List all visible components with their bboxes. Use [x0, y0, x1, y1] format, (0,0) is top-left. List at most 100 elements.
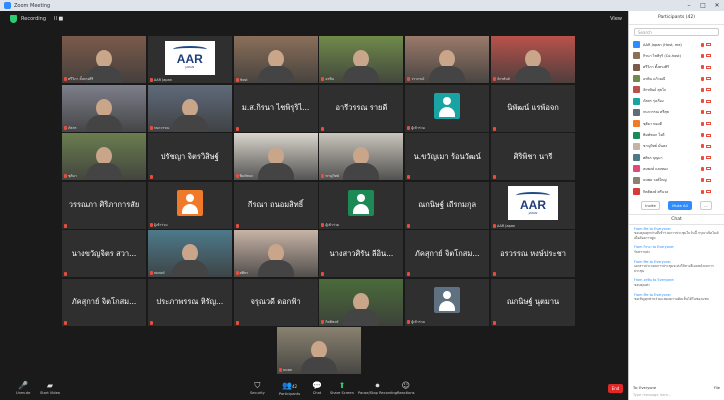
- participants-button[interactable]: 👥42 Participants: [279, 381, 300, 396]
- participant-name: ณกนิษฐ์ นุตมาน: [506, 297, 560, 306]
- participant-row[interactable]: กิตติพงษ์ ศรีนวล: [633, 186, 720, 197]
- video-tile[interactable]: ผู้เข้าร่วม: [405, 278, 490, 326]
- muted-mic-icon[interactable]: [701, 76, 704, 81]
- muted-mic-icon[interactable]: [701, 144, 704, 149]
- video-tile[interactable]: ชาญวิทย์: [319, 133, 404, 180]
- video-tile[interactable]: จรุณวดี ดอกฟ้า: [233, 278, 318, 326]
- video-tile[interactable]: ม.ส.กิรนา ไชพิรุริไ...: [233, 84, 318, 132]
- participant-row[interactable]: กิรนา ไชพิรุริ (Co-host): [633, 50, 720, 61]
- video-tile[interactable]: นางสาวศิรัน ลีอิน...: [319, 230, 404, 277]
- muted-mic-icon[interactable]: [701, 110, 704, 115]
- video-tile[interactable]: ศิริพิชา นารี: [491, 133, 575, 180]
- invite-button[interactable]: Invite: [641, 201, 660, 211]
- muted-mic-icon[interactable]: [701, 189, 704, 194]
- video-tile[interactable]: ผู้เข้าร่วม: [147, 181, 232, 229]
- participant-row[interactable]: อรพิน แก้วมณี: [633, 73, 720, 84]
- video-tile[interactable]: นางขวัญจิตร สวา...: [62, 230, 146, 277]
- close-button[interactable]: ✕: [710, 0, 724, 11]
- video-tile[interactable]: ภัคสุกาย์ จิตโกสม...: [62, 278, 146, 326]
- muted-mic-icon[interactable]: [701, 65, 704, 70]
- muted-mic-icon[interactable]: [701, 121, 704, 126]
- chat-button[interactable]: 💬 Chat: [312, 381, 322, 395]
- video-tile[interactable]: น.ขวัญเมา ร้อนวัฒน์: [405, 133, 490, 180]
- record-button[interactable]: ⏺ Pause/Stop Recording: [358, 381, 397, 395]
- video-tile[interactable]: ธนพล: [277, 327, 361, 374]
- muted-mic-icon[interactable]: [701, 133, 704, 138]
- minimize-button[interactable]: –: [682, 0, 696, 11]
- muted-mic-icon[interactable]: [701, 166, 704, 171]
- video-tile[interactable]: ชุติมา: [62, 133, 146, 180]
- chat-bubble-icon: 💬: [312, 381, 322, 390]
- video-tile[interactable]: อรพิน: [319, 36, 404, 83]
- video-tile[interactable]: กิตติพงษ์: [319, 278, 404, 326]
- muted-mic-icon: [321, 272, 325, 276]
- mute-all-button[interactable]: Mute All: [668, 201, 692, 211]
- maximize-button[interactable]: □: [696, 0, 710, 11]
- view-button[interactable]: View: [610, 16, 622, 22]
- chat-recipient-select[interactable]: To: Everyone: [633, 386, 656, 390]
- muted-mic-icon[interactable]: [701, 87, 704, 92]
- video-tile[interactable]: ภัคสุกาย์ จิตโกสม...: [405, 230, 490, 277]
- video-tile[interactable]: ศศิธร: [233, 230, 318, 277]
- participant-row[interactable]: สมพงษ์ แสงทอง: [633, 163, 720, 174]
- security-shield-icon[interactable]: [10, 14, 17, 23]
- muted-mic-icon[interactable]: [701, 178, 704, 183]
- microphone-icon: 🎤: [18, 381, 29, 390]
- tile-name-text: วราภรณ์: [411, 77, 425, 81]
- more-button[interactable]: ...: [700, 201, 712, 211]
- video-tile[interactable]: กีรณา ถนอมสิทธิ์: [233, 181, 318, 229]
- end-meeting-button[interactable]: End: [608, 384, 623, 393]
- participant-row[interactable]: จักรพันธ์ สุขใจ: [633, 84, 720, 95]
- muted-mic-icon[interactable]: [701, 155, 704, 160]
- participant-row[interactable]: ชุติมา ทองดี: [633, 118, 720, 129]
- share-screen-button[interactable]: ⬆ Share Screen: [330, 381, 354, 395]
- file-button[interactable]: File: [714, 386, 720, 390]
- tile-name-label: ผู้เข้าร่วม: [407, 319, 425, 325]
- video-tile[interactable]: นิพัฒน์ แรพ้อจก: [491, 84, 575, 132]
- video-tile[interactable]: วรรณภา ศิริภาการสัย: [62, 181, 146, 229]
- video-tile[interactable]: AAR JAPAN AAR Japan: [491, 181, 575, 229]
- participant-row[interactable]: กนกวรรณ ศรีสุข: [633, 107, 720, 118]
- chat-message-input[interactable]: Type message here...: [633, 393, 720, 397]
- video-button[interactable]: ▰ Start Video: [40, 381, 60, 395]
- participant-name: ภัคสุกาย์ จิตโกสม...: [71, 297, 137, 306]
- reactions-button[interactable]: ☺ Reactions: [397, 381, 414, 395]
- participant-row[interactable]: AAR Japan (Host, me): [633, 39, 720, 50]
- recording-controls[interactable]: II ■: [54, 16, 63, 22]
- muted-mic-icon[interactable]: [701, 99, 704, 104]
- video-tile[interactable]: ปรัชญา จิตรวิสิษฐ์: [147, 133, 232, 180]
- video-tile[interactable]: ภัสสร: [62, 84, 146, 132]
- muted-mic-icon: [321, 126, 325, 131]
- participant-row[interactable]: ศรีวิภา ตั้งตรงศิริ: [633, 62, 720, 73]
- video-tile[interactable]: Host: [233, 36, 318, 83]
- participant-name: ศิริพิชา นารี: [513, 151, 553, 161]
- muted-mic-icon[interactable]: [701, 53, 704, 58]
- video-tile[interactable]: อรวรรณ หงษ์ประชา: [491, 230, 575, 277]
- participant-row[interactable]: ภัสสร รุ่งเรือง: [633, 95, 720, 106]
- video-tile[interactable]: ประภาพรรณ หิรัญ...: [147, 278, 232, 326]
- participant-row[interactable]: พิมพ์ชนก ใจดี: [633, 129, 720, 140]
- video-tile[interactable]: จักรพันธ์: [491, 36, 575, 83]
- participant-row[interactable]: ศศิธร บุญมา: [633, 152, 720, 163]
- video-tile[interactable]: อารีวรรณ รายดี: [319, 84, 404, 132]
- participant-row[interactable]: ชาญวิทย์ มั่นคง: [633, 141, 720, 152]
- video-tile[interactable]: กนกวรรณ: [147, 84, 232, 132]
- video-tile[interactable]: ณกนิษฐ์ เถีรกมกุล: [405, 181, 490, 229]
- video-tile[interactable]: ศรีวิภา ตั้งตรงศิริ: [62, 36, 146, 83]
- participant-row[interactable]: ธนพล วงศ์ใหญ่: [633, 175, 720, 186]
- video-tile[interactable]: วราภรณ์: [405, 36, 490, 83]
- video-tile[interactable]: ผู้เข้าร่วม: [319, 181, 404, 229]
- video-tile[interactable]: AAR JAPAN AAR Japan: [147, 36, 232, 83]
- participant-search-input[interactable]: Search: [634, 28, 719, 36]
- muted-mic-icon[interactable]: [701, 42, 704, 47]
- muted-mic-icon: [149, 320, 153, 325]
- security-button[interactable]: ⛉ Security: [250, 381, 265, 395]
- video-tile[interactable]: ผู้เข้าร่วม: [405, 84, 490, 132]
- video-tile[interactable]: พิมพ์ชนก: [233, 133, 318, 180]
- chat-text: ขอเชิญทุกท่านร่วมแสดงความคิดเห็นได้ในช่อ…: [634, 296, 709, 301]
- mute-button[interactable]: 🎤 Unmute: [16, 381, 30, 395]
- video-off-icon: [706, 156, 711, 160]
- avatar: [633, 86, 640, 94]
- video-tile[interactable]: สมพงษ์: [147, 230, 232, 277]
- video-tile[interactable]: ณกนิษฐ์ นุตมาน: [491, 278, 575, 326]
